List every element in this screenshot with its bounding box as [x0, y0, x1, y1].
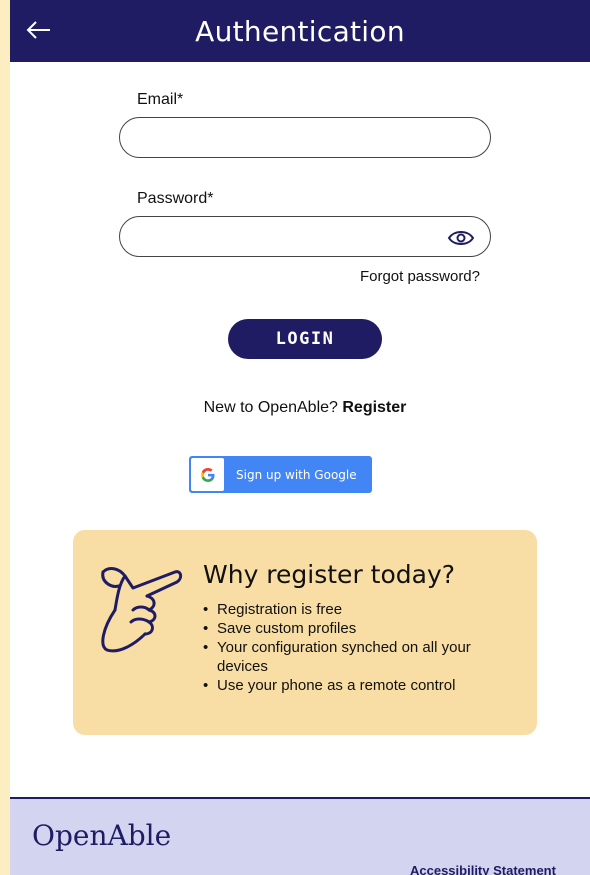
email-label: Email* — [137, 91, 184, 108]
register-prompt-text: New to OpenAble? — [203, 399, 343, 416]
register-prompt: New to OpenAble? Register — [0, 399, 590, 417]
google-signup-button[interactable]: Sign up with Google — [189, 456, 372, 493]
why-register-card: Why register today? Registration is free… — [73, 530, 537, 735]
google-signup-label: Sign up with Google — [236, 467, 357, 482]
left-edge-strip — [0, 0, 10, 875]
footer: OpenAble Accessibility Statement — [10, 799, 590, 875]
accessibility-statement-link[interactable]: Accessibility Statement — [410, 863, 556, 875]
promo-title: Why register today? — [203, 560, 456, 589]
list-item: Registration is free — [203, 600, 493, 619]
register-link[interactable]: Register — [342, 399, 406, 416]
page-title: Authentication — [195, 14, 405, 48]
list-item: Your configuration synched on all your d… — [203, 638, 493, 676]
brand-logo: OpenAble — [32, 819, 172, 852]
list-item: Save custom profiles — [203, 619, 493, 638]
back-arrow-icon[interactable] — [24, 15, 54, 45]
login-button[interactable]: LOGIN — [228, 319, 382, 359]
eye-icon[interactable] — [447, 226, 475, 250]
app-header: Authentication — [10, 0, 590, 62]
email-field[interactable] — [119, 117, 491, 158]
promo-list: Registration is free Save custom profile… — [203, 600, 493, 695]
list-item: Use your phone as a remote control — [203, 676, 493, 695]
google-g-icon — [191, 458, 224, 491]
password-label: Password* — [137, 190, 214, 207]
password-field[interactable] — [119, 216, 491, 257]
forgot-password-link[interactable]: Forgot password? — [360, 268, 480, 285]
pointing-hand-icon — [97, 558, 183, 658]
